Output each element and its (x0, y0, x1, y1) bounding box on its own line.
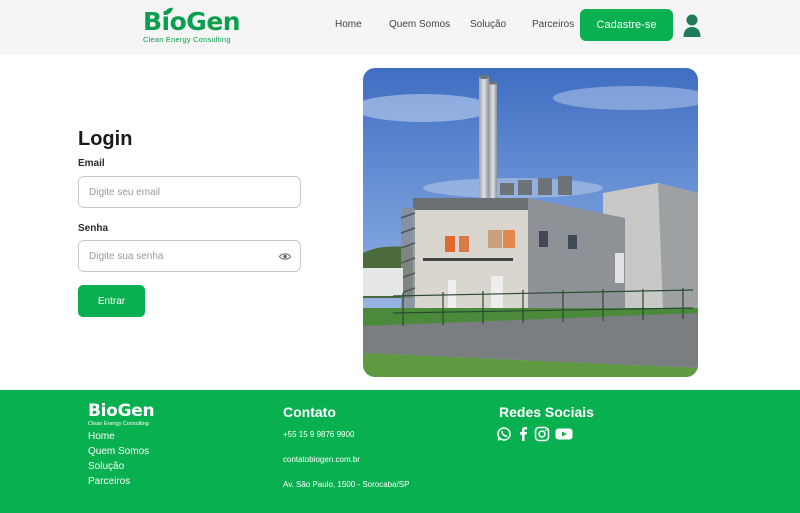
hero-image (363, 68, 698, 377)
brand-name: BioGen (143, 7, 241, 36)
nav-item-parceiros[interactable]: Parceiros (532, 19, 574, 30)
login-submit-button[interactable]: Entrar (78, 285, 145, 317)
footer-link-solucao[interactable]: Solução (88, 461, 124, 472)
footer-link-parceiros[interactable]: Parceiros (88, 476, 130, 487)
whatsapp-icon[interactable] (496, 426, 512, 442)
brand-logo[interactable]: BioGen Clean Energy Consulting (143, 7, 241, 44)
email-field[interactable] (79, 177, 300, 207)
password-field-wrapper (78, 240, 301, 272)
contact-phone: +55 15 9 9876 9900 (283, 430, 355, 439)
eye-icon[interactable] (279, 252, 291, 261)
user-icon[interactable] (683, 14, 701, 38)
brand-tagline: Clean Energy Consulting (143, 35, 231, 44)
nav-item-home[interactable]: Home (335, 19, 362, 30)
contact-address: Av. São Paulo, 1500 - Sorocaba/SP (283, 480, 410, 489)
signup-button[interactable]: Cadastre-se (580, 9, 673, 41)
password-label: Senha (78, 223, 109, 234)
top-header: BioGen Clean Energy Consulting Home Quem… (0, 0, 800, 55)
facebook-icon[interactable] (515, 426, 531, 442)
email-field-wrapper (78, 176, 301, 208)
site-footer: BioGen Clean Energy Consulting Home Quem… (0, 390, 800, 513)
nav-item-quem-somos[interactable]: Quem Somos (389, 19, 450, 30)
biogas-plant-illustration (363, 68, 698, 377)
instagram-icon[interactable] (534, 426, 550, 442)
email-label: Email (78, 158, 105, 169)
footer-logo[interactable]: BioGen Clean Energy Consulting (88, 402, 158, 430)
nav-item-solucao[interactable]: Solução (470, 19, 506, 30)
password-field[interactable] (79, 241, 300, 271)
login-title: Login (78, 128, 133, 150)
footer-brand-tagline: Clean Energy Consulting (88, 421, 149, 427)
contact-heading: Contato (283, 404, 336, 420)
social-heading: Redes Sociais (499, 404, 594, 420)
footer-link-quem-somos[interactable]: Quem Somos (88, 446, 149, 457)
contact-email[interactable]: contatobiogen.com.br (283, 455, 360, 464)
youtube-icon[interactable] (555, 426, 573, 442)
footer-link-home[interactable]: Home (88, 431, 115, 442)
footer-brand-name: BioGen (88, 401, 155, 421)
leaf-icon (164, 7, 173, 15)
